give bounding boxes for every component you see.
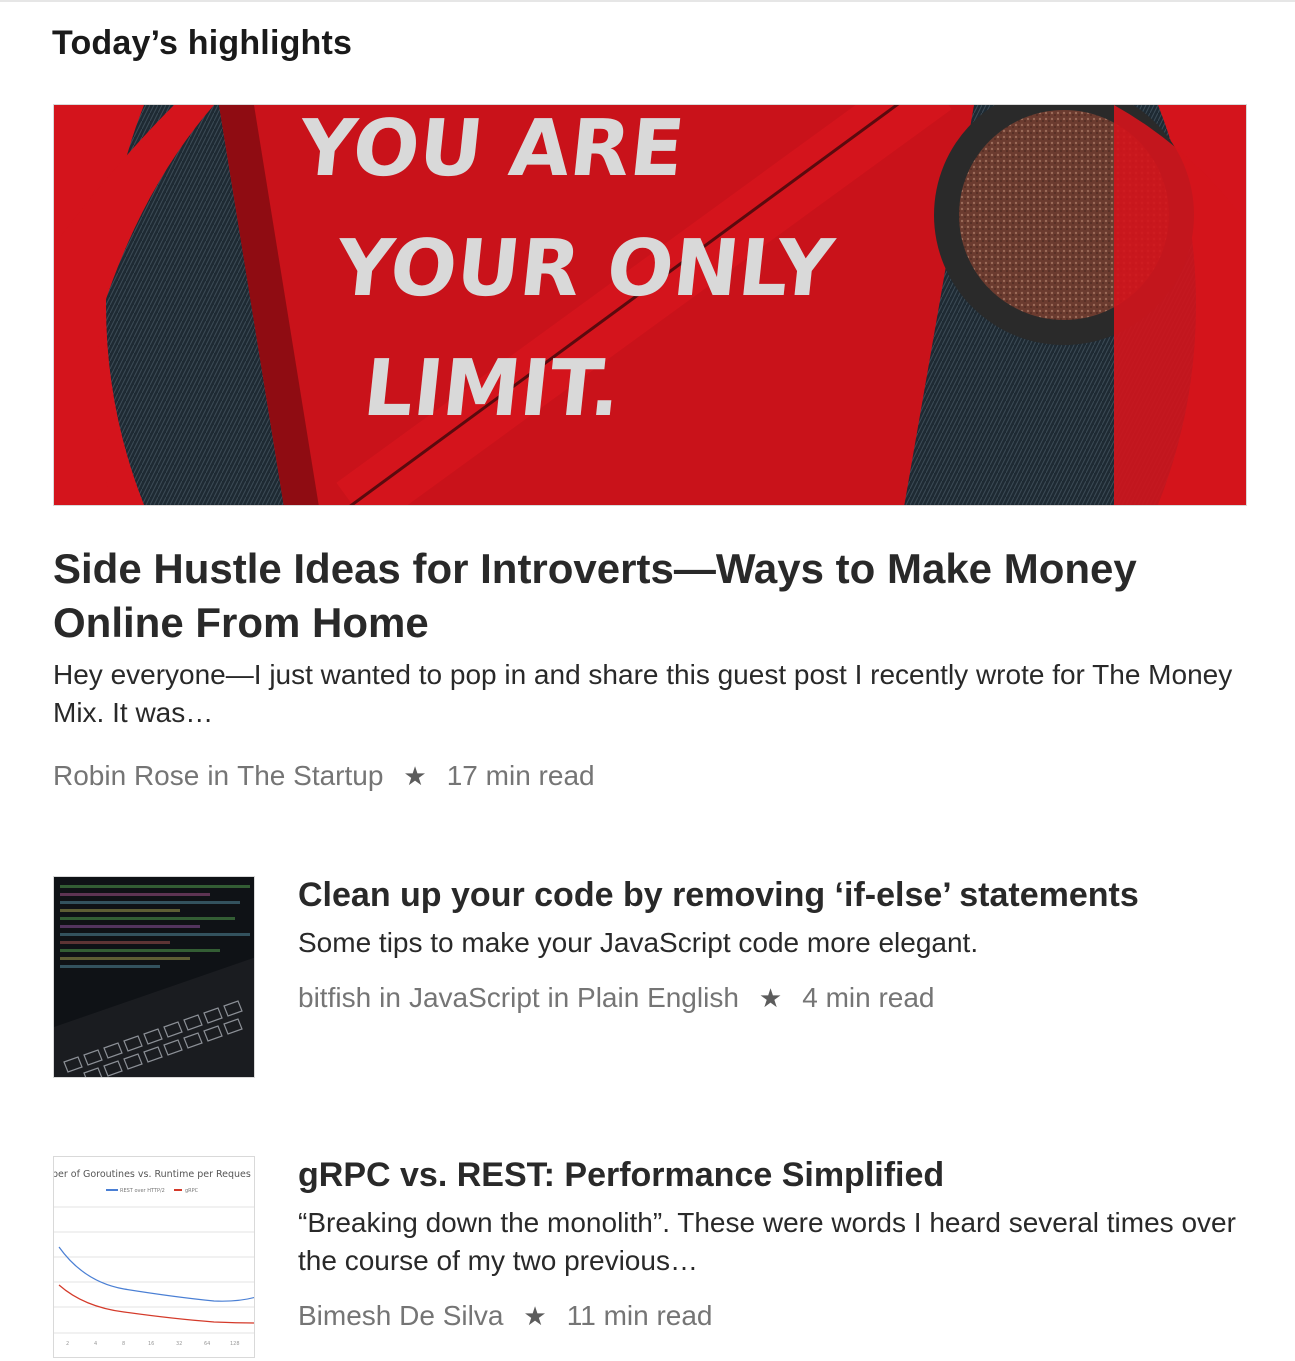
hero-image[interactable]: YOU ARE YOUR ONLY LIMIT.	[53, 104, 1247, 506]
hero-read-time: 17 min read	[446, 760, 595, 791]
thumb-x-tick: 4	[94, 1341, 97, 1347]
hero-connector: in	[207, 760, 230, 791]
star-icon: ★	[403, 760, 427, 791]
grpc-article-title[interactable]: gRPC vs. REST: Performance Simplified	[298, 1156, 944, 1195]
grpc-article-thumbnail[interactable]: ber of Goroutines vs. Runtime per Reques…	[53, 1156, 255, 1358]
star-icon: ★	[523, 1300, 547, 1331]
section-title: Today’s highlights	[52, 24, 353, 62]
hero-article-snippet: Hey everyone—I just wanted to pop in and…	[53, 659, 1233, 728]
code-article-snippet: Some tips to make your JavaScript code m…	[298, 927, 979, 958]
code-author-link[interactable]: bitfish	[298, 982, 371, 1014]
top-divider	[0, 0, 1295, 2]
thumb-x-tick: 8	[122, 1341, 125, 1347]
thumb-x-tick: 64	[204, 1341, 210, 1347]
thumb-x-tick: 32	[176, 1341, 182, 1347]
thumb-x-tick: 2	[66, 1341, 69, 1347]
code-publication-link[interactable]: JavaScript in Plain English	[409, 982, 739, 1014]
thumb-chart-title: ber of Goroutines vs. Runtime per Reques	[54, 1169, 251, 1180]
code-article-meta: bitfish in JavaScript in Plain English ★…	[298, 982, 935, 1014]
hero-image-text-line1: YOU ARE	[294, 105, 689, 194]
thumb-x-tick: 128	[230, 1341, 240, 1347]
code-connector: in	[379, 982, 401, 1013]
grpc-author-link[interactable]: Bimesh De Silva	[298, 1300, 503, 1332]
hero-author-link[interactable]: Robin Rose	[53, 760, 199, 792]
grpc-article-meta: Bimesh De Silva ★ 11 min read	[298, 1300, 713, 1332]
grpc-read-time: 11 min read	[566, 1300, 713, 1331]
star-icon: ★	[758, 982, 783, 1013]
code-article-thumbnail[interactable]	[53, 876, 255, 1078]
thumb-legend-grpc: gRPC	[185, 1188, 199, 1194]
thumb-legend-rest: REST over HTTP/2	[120, 1188, 165, 1194]
hero-image-text-line3: LIMIT.	[359, 343, 625, 434]
thumb-x-tick: 16	[148, 1341, 154, 1347]
code-article-title[interactable]: Clean up your code by removing ‘if-else’…	[298, 876, 1139, 915]
hero-publication-link[interactable]: The Startup	[237, 760, 383, 792]
hero-article-meta: Robin Rose in The Startup ★ 17 min read	[53, 760, 595, 792]
hero-image-text-line2: YOUR ONLY	[331, 223, 839, 314]
hero-article-title[interactable]: Side Hustle Ideas for Introverts—Ways to…	[53, 542, 1243, 650]
grpc-article-snippet: “Breaking down the monolith”. These were…	[298, 1207, 1236, 1276]
code-read-time: 4 min read	[802, 982, 935, 1013]
